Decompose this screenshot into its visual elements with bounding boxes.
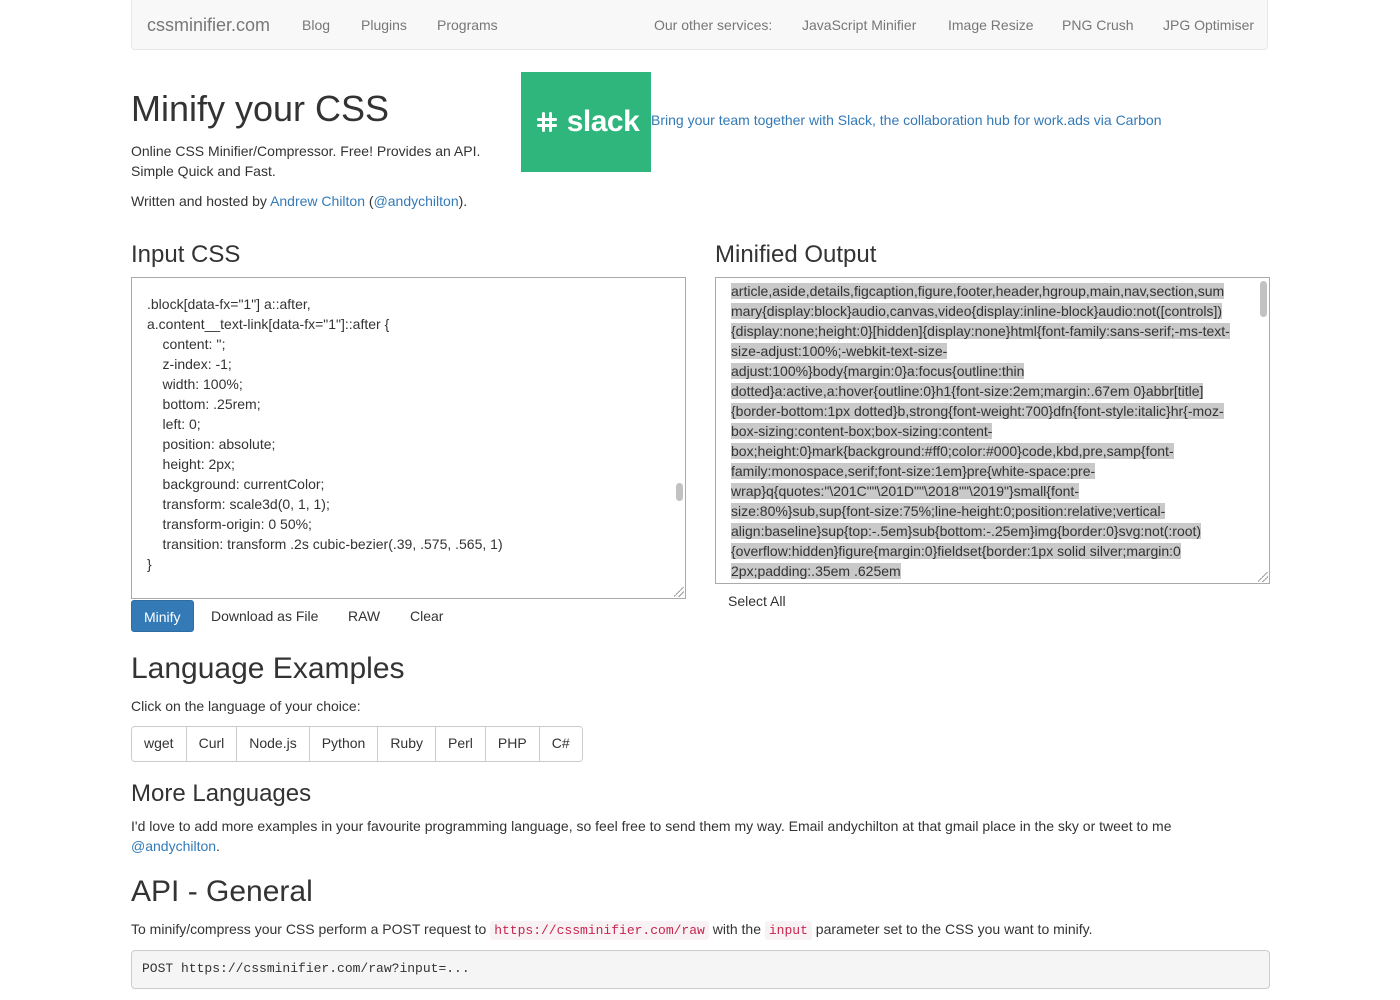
handle-open: (: [365, 193, 374, 209]
lang-ruby-button[interactable]: Ruby: [377, 727, 435, 761]
author-prefix: Written and hosted by: [131, 193, 271, 209]
output-scrollbar[interactable]: [1260, 281, 1267, 317]
minified-output-line: box-sizing:content-box;box-sizing:conten…: [731, 423, 993, 439]
nav-programs[interactable]: Programs: [437, 17, 498, 33]
more-twitter-handle-link[interactable]: @andychilton: [131, 838, 216, 854]
more-languages-text: I'd love to add more examples in your fa…: [131, 816, 1270, 856]
minified-output-line: {border-bottom:1px dotted}b,strong{font-…: [731, 403, 1224, 419]
lang-python-button[interactable]: Python: [308, 727, 378, 761]
minified-output-line: adjust:100%}body{margin:0}a:focus{outlin…: [731, 363, 1025, 379]
minified-output-line: family:monospace,serif;font-size:1em}pre…: [731, 463, 1096, 479]
api-description: To minify/compress your CSS perform a PO…: [131, 919, 1093, 941]
nav-javascript-minifier[interactable]: JavaScript Minifier: [802, 17, 916, 33]
minified-output-line: dotted}a:active,a:hover{outline:0}h1{fon…: [731, 383, 1204, 399]
more-languages-heading: More Languages: [131, 780, 312, 807]
page-title: Minify your CSS: [131, 88, 390, 129]
lang-wget-button[interactable]: wget: [132, 727, 186, 761]
input-css-heading: Input CSS: [131, 241, 241, 268]
nav-plugins[interactable]: Plugins: [361, 17, 407, 33]
lang-nodejs-button[interactable]: Node.js: [236, 727, 309, 761]
nav-blog[interactable]: Blog: [302, 17, 330, 33]
output-resize-handle[interactable]: [1258, 572, 1268, 582]
brand-link[interactable]: cssminifier.com: [147, 15, 270, 36]
tagline-line-1: Online CSS Minifier/Compressor. Free! Pr…: [131, 143, 481, 159]
minified-output-textarea[interactable]: article,aside,details,figcaption,figure,…: [715, 277, 1270, 584]
input-resize-handle[interactable]: [674, 587, 684, 597]
slack-logo-text: slack: [566, 105, 640, 138]
download-file-button[interactable]: Download as File: [199, 600, 330, 632]
author-line: Written and hosted by Andrew Chilton (@a…: [131, 193, 467, 209]
minified-output-line: mary{display:block}audio,canvas,video{di…: [731, 303, 1223, 319]
api-general-heading: API - General: [131, 875, 313, 908]
minified-output-line: size:80%}sub,sup{font-size:75%;line-heig…: [731, 503, 1166, 519]
minified-output-line: {display:none;height:0}[hidden]{display:…: [731, 323, 1230, 339]
minified-output-heading: Minified Output: [715, 241, 877, 268]
navbar: cssminifier.com Blog Plugins Programs Ou…: [131, 0, 1268, 50]
minified-output-line: {overflow:hidden}figure{margin:0}fieldse…: [731, 543, 1181, 559]
lang-curl-button[interactable]: Curl: [185, 727, 237, 761]
lang-perl-button[interactable]: Perl: [435, 727, 485, 761]
nav-jpg-optimiser[interactable]: JPG Optimiser: [1163, 17, 1254, 33]
handle-close: ).: [458, 193, 468, 209]
minified-output-line: align:baseline}sup{top:-.5em}sub{bottom:…: [731, 523, 1202, 539]
api-text-3: parameter set to the CSS you want to min…: [811, 921, 1093, 937]
nav-image-resize[interactable]: Image Resize: [948, 17, 1034, 33]
language-button-group: wget Curl Node.js Python Ruby Perl PHP C…: [131, 726, 583, 762]
slack-ad-image[interactable]: slack: [521, 72, 651, 172]
api-param-code: input: [764, 921, 812, 940]
minified-output-line: wrap}q{quotes:"\201C""\201D""\2018""\201…: [731, 483, 1079, 499]
nav-png-crush[interactable]: PNG Crush: [1062, 17, 1134, 33]
tagline-line-2: Simple Quick and Fast.: [131, 163, 276, 179]
minified-output-line: article,aside,details,figcaption,figure,…: [731, 283, 1225, 299]
minified-output-line: box;height:0}mark{background:#ff0;color:…: [731, 443, 1174, 459]
twitter-handle-link[interactable]: @andychilton: [374, 193, 459, 209]
other-services-label: Our other services:: [654, 17, 773, 33]
ad-text-link[interactable]: Bring your team together with Slack, the…: [651, 112, 1162, 128]
api-url-code: https://cssminifier.com/raw: [490, 921, 709, 940]
slack-hash-icon: [536, 112, 557, 132]
lang-csharp-button[interactable]: C#: [538, 727, 582, 761]
raw-button[interactable]: RAW: [336, 600, 392, 632]
more-languages-end: .: [216, 838, 220, 854]
language-prompt: Click on the language of your choice:: [131, 698, 361, 714]
api-example-code-block: POST https://cssminifier.com/raw?input=.…: [131, 950, 1270, 989]
language-examples-heading: Language Examples: [131, 652, 405, 685]
lang-php-button[interactable]: PHP: [484, 727, 539, 761]
minify-button[interactable]: Minify: [131, 600, 194, 632]
slack-logo: slack: [533, 105, 640, 139]
minified-output-text: article,aside,details,figcaption,figure,…: [731, 281, 1246, 581]
api-text-1: To minify/compress your CSS perform a PO…: [131, 921, 491, 937]
clear-button[interactable]: Clear: [398, 600, 455, 632]
minified-output-line: 2px;padding:.35em .625em: [731, 563, 901, 579]
api-text-2: with the: [708, 921, 765, 937]
input-css-code: .block[data-fx="1"] a::after, a.content_…: [147, 296, 503, 572]
input-css-textarea[interactable]: .block[data-fx="1"] a::after, a.content_…: [131, 277, 686, 599]
author-link[interactable]: Andrew Chilton: [270, 193, 365, 209]
more-languages-body: I'd love to add more examples in your fa…: [131, 818, 1172, 834]
minified-output-line: size-adjust:100%;-webkit-text-size-: [731, 343, 948, 359]
input-scrollbar[interactable]: [676, 483, 683, 501]
select-all-button[interactable]: Select All: [716, 585, 798, 617]
